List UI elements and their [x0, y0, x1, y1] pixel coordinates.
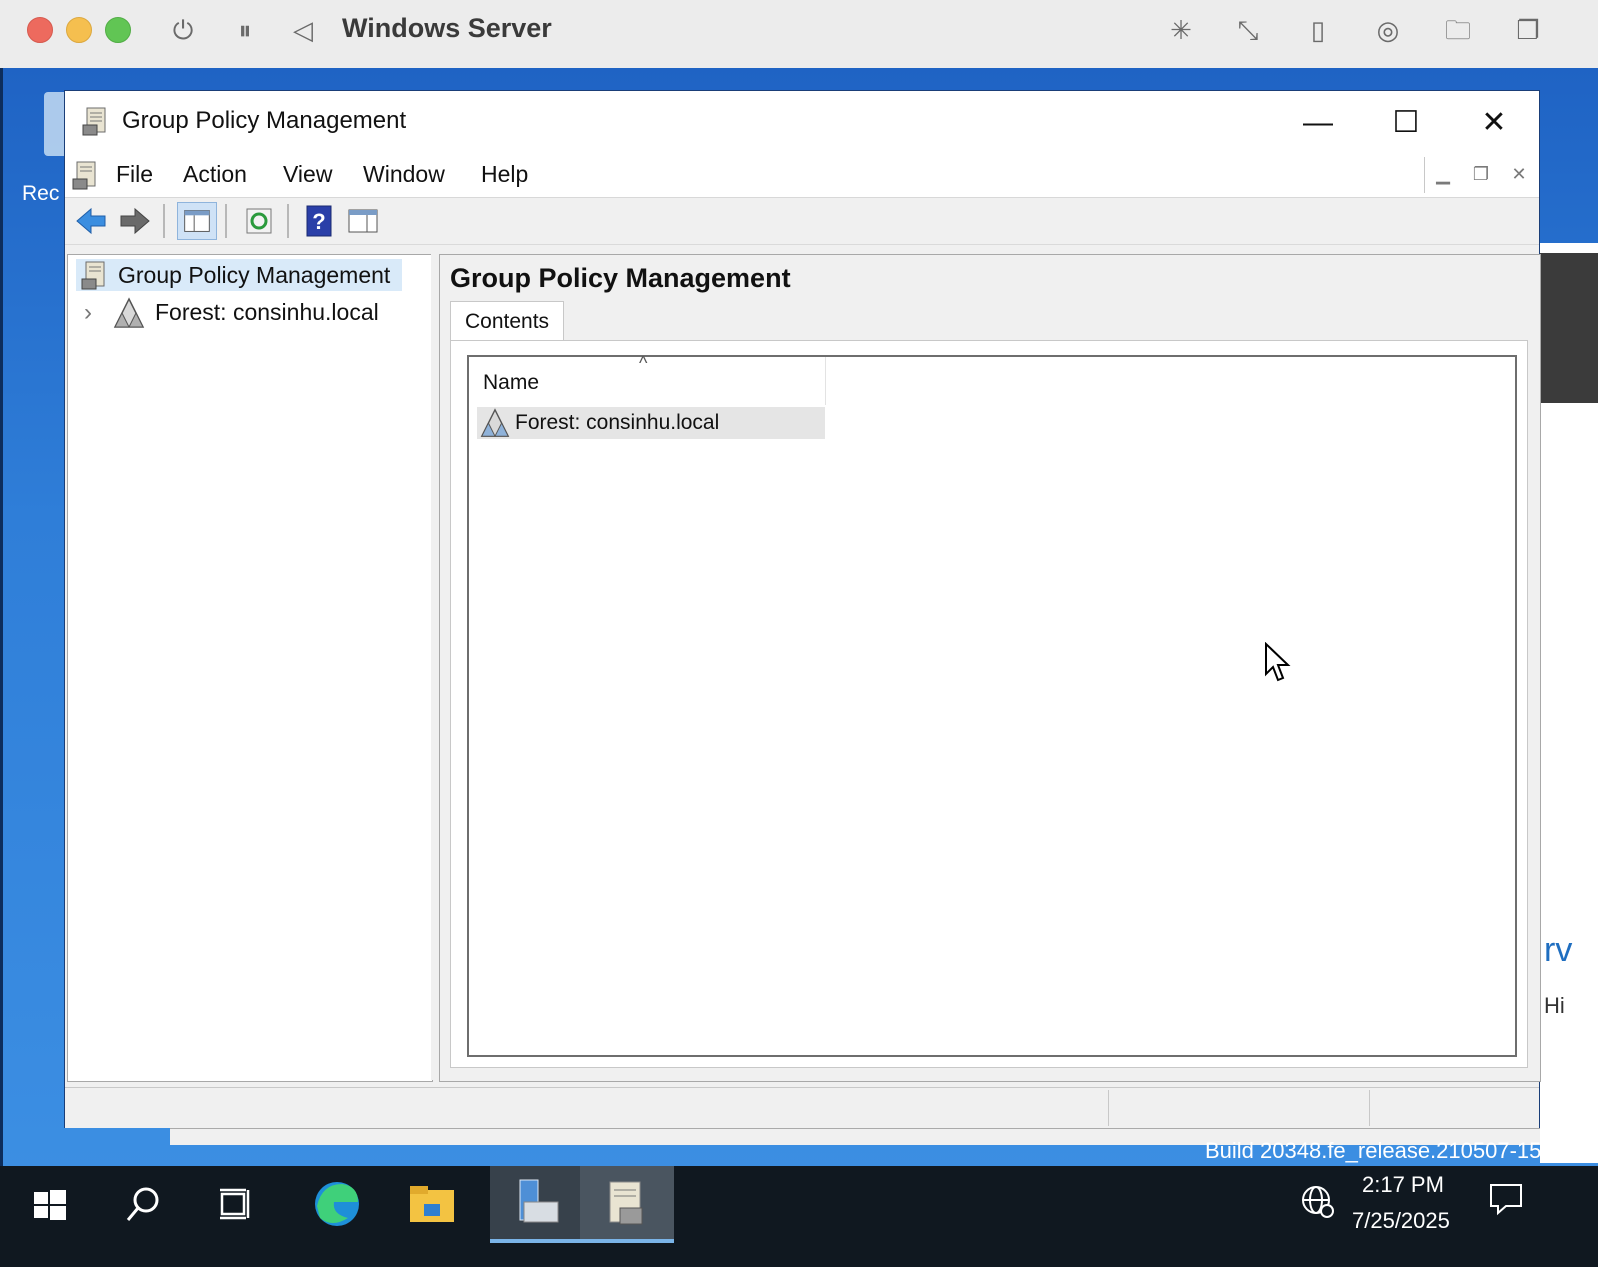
vm-title: Windows Server: [342, 13, 552, 43]
console-tree: Group Policy Management › Forest: consin…: [67, 254, 433, 1082]
background-window: rv Hi: [1540, 243, 1598, 1163]
gpm-app-icon: [82, 107, 106, 136]
build-watermark: Build 20348.fe_release.210507-1500: [1205, 1138, 1566, 1163]
menu-action[interactable]: Action: [177, 159, 253, 190]
sort-ascending-icon: ^: [639, 353, 648, 373]
mdi-close-button[interactable]: ✕: [1501, 157, 1537, 191]
page-title: Group Policy Management: [450, 263, 791, 293]
mouse-cursor-icon: [1265, 642, 1291, 682]
server-manager-taskbar-button[interactable]: [490, 1166, 580, 1243]
gpm-node-icon: [81, 261, 105, 290]
start-icon[interactable]: [4, 1166, 94, 1243]
recycle-bin-label: Rec: [22, 182, 60, 205]
tree-root-label: Group Policy Management: [118, 262, 391, 288]
forest-icon: [480, 408, 510, 437]
running-indicator: [580, 1239, 674, 1243]
toolbar: ?: [65, 198, 1539, 245]
gpm-window: Group Policy Management — ☐ ✕ File Actio…: [64, 90, 1541, 1128]
contents-list: ^ Name Forest: consinhu.local: [467, 353, 1517, 1057]
results-pane: Group Policy Management Contents ^ Name …: [439, 254, 1541, 1082]
task-view-icon[interactable]: [192, 1166, 282, 1243]
back-icon[interactable]: ◁: [285, 12, 321, 48]
disc-icon[interactable]: ◎: [1370, 12, 1406, 48]
action-pane-icon[interactable]: [343, 202, 383, 240]
tree-item-group-policy-management[interactable]: Group Policy Management: [76, 259, 402, 291]
group-policy-taskbar-button[interactable]: [580, 1166, 674, 1243]
forest-icon: [113, 297, 145, 328]
column-header-label: Name: [483, 371, 540, 394]
tree-item-forest[interactable]: › Forest: consinhu.local: [84, 297, 424, 329]
toolbar-separator: [225, 204, 227, 238]
maximize-button[interactable]: ☐: [1363, 95, 1449, 151]
tab-contents[interactable]: Contents: [450, 301, 565, 342]
pane-splitter[interactable]: [431, 254, 439, 1080]
pause-icon[interactable]: ⏸: [227, 12, 263, 48]
show-hide-tree-icon[interactable]: [177, 202, 217, 240]
resize-icon[interactable]: ⤡: [1230, 12, 1266, 48]
activity-icon[interactable]: ✳: [1163, 12, 1199, 48]
toolbar-separator: [287, 204, 289, 238]
help-icon[interactable]: ?: [299, 202, 339, 240]
clock-date[interactable]: 7/25/2025: [1352, 1208, 1450, 1234]
search-icon[interactable]: [98, 1166, 188, 1243]
toolbar-separator: [163, 204, 165, 238]
folder-icon[interactable]: 🗀: [1440, 12, 1476, 48]
title-bar[interactable]: Group Policy Management — ☐ ✕: [65, 91, 1539, 153]
power-icon[interactable]: ⏻: [165, 12, 201, 48]
notification-icon[interactable]: [1488, 1182, 1524, 1216]
status-divider: [1108, 1090, 1109, 1126]
usb-icon[interactable]: ▯: [1300, 12, 1336, 48]
close-window-button[interactable]: [27, 17, 53, 43]
window-title: Group Policy Management: [122, 107, 407, 134]
desktop-edge: [0, 68, 3, 1188]
taskbar: 2:17 PM 7/25/2025: [0, 1166, 1598, 1267]
svg-text:?: ?: [312, 209, 325, 234]
refresh-icon[interactable]: [239, 202, 279, 240]
mdi-controls: ▁ ❐ ✕: [1424, 157, 1539, 193]
background-text-1: rv: [1544, 931, 1573, 969]
back-icon[interactable]: [71, 202, 111, 240]
menu-window[interactable]: Window: [357, 159, 451, 190]
tree-forest-label: Forest: consinhu.local: [155, 299, 379, 325]
status-divider: [1369, 1090, 1370, 1126]
group-policy-icon: [609, 1181, 643, 1225]
running-indicator: [490, 1239, 580, 1243]
edge-icon[interactable]: [292, 1166, 382, 1243]
expand-chevron-icon[interactable]: ›: [84, 297, 104, 329]
forward-icon[interactable]: [115, 202, 155, 240]
clock-time[interactable]: 2:17 PM: [1362, 1172, 1444, 1198]
menu-view[interactable]: View: [277, 159, 338, 190]
system-menu-icon[interactable]: [71, 159, 103, 191]
close-button[interactable]: ✕: [1451, 95, 1537, 151]
menu-help[interactable]: Help: [475, 159, 534, 190]
mdi-restore-button[interactable]: ❐: [1463, 157, 1499, 191]
zoom-window-button[interactable]: [105, 17, 131, 43]
background-text-2: Hi: [1544, 993, 1565, 1018]
server-manager-icon: [519, 1179, 559, 1223]
menu-bar: File Action View Window Help ▁ ❐ ✕: [65, 153, 1539, 198]
host-toolbar: ⏻ ⏸ ◁ Windows Server ✳ ⤡ ▯ ◎ 🗀 ❐: [0, 0, 1598, 69]
list-item-label: Forest: consinhu.local: [515, 411, 720, 434]
mdi-minimize-button[interactable]: ▁: [1425, 157, 1461, 191]
network-globe-icon[interactable]: [1300, 1184, 1336, 1220]
tab-body: ^ Name Forest: consinhu.local: [450, 340, 1528, 1068]
windows-icon[interactable]: ❐: [1510, 12, 1546, 48]
minimize-window-button[interactable]: [66, 17, 92, 43]
file-explorer-icon[interactable]: [388, 1166, 478, 1243]
menu-file[interactable]: File: [110, 159, 159, 190]
list-item[interactable]: Forest: consinhu.local: [477, 407, 825, 439]
status-bar: [65, 1087, 1539, 1128]
background-window-dark-area: [1540, 253, 1598, 403]
minimize-button[interactable]: —: [1275, 95, 1361, 151]
column-header-name[interactable]: ^ Name: [469, 353, 826, 405]
